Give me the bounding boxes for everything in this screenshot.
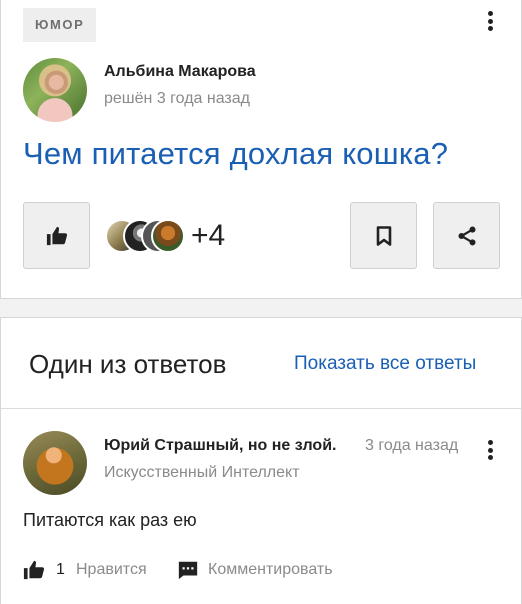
- answer-like-button[interactable]: Нравится: [76, 561, 147, 579]
- answer-author-rank: Искусственный Интеллект: [104, 464, 300, 481]
- share-icon: [457, 226, 476, 245]
- section-separator: [0, 298, 522, 318]
- question-title[interactable]: Чем питается дохлая кошка?: [23, 136, 448, 172]
- answer-author-avatar[interactable]: [23, 431, 87, 495]
- bookmark-icon: [376, 225, 391, 246]
- answers-heading: Один из ответов: [29, 349, 227, 379]
- answer-like-count: 1: [56, 561, 65, 578]
- author-avatar[interactable]: [23, 58, 87, 122]
- category-badge[interactable]: ЮМОР: [23, 8, 97, 42]
- more-vertical-icon[interactable]: [481, 8, 499, 34]
- solved-time: решён 3 года назад: [104, 90, 250, 107]
- share-button[interactable]: [433, 202, 500, 269]
- answer-time: 3 года назад: [365, 437, 459, 454]
- bookmark-button[interactable]: [350, 202, 417, 269]
- liker-avatar[interactable]: [151, 219, 185, 253]
- likers-more-count[interactable]: +4: [191, 219, 225, 253]
- like-button[interactable]: [23, 202, 90, 269]
- comment-button[interactable]: Комментировать: [208, 561, 333, 579]
- answer-text: Питаются как раз ею: [23, 510, 197, 530]
- thumbs-up-icon[interactable]: [23, 559, 45, 581]
- divider: [1, 408, 522, 409]
- show-all-answers-link[interactable]: Показать все ответы: [294, 353, 476, 375]
- thumbs-up-icon: [46, 226, 67, 245]
- answer-author-name[interactable]: Юрий Страшный, но не злой.: [104, 437, 336, 455]
- question-card: ЮМОР Альбина Макарова решён 3 года назад…: [0, 0, 522, 298]
- likers-avatars[interactable]: [105, 219, 185, 253]
- answers-card: Один из ответов Показать все ответы Юрий…: [0, 318, 522, 604]
- comment-icon[interactable]: [177, 559, 199, 581]
- more-vertical-icon[interactable]: [481, 437, 499, 463]
- author-name[interactable]: Альбина Макарова: [104, 63, 256, 81]
